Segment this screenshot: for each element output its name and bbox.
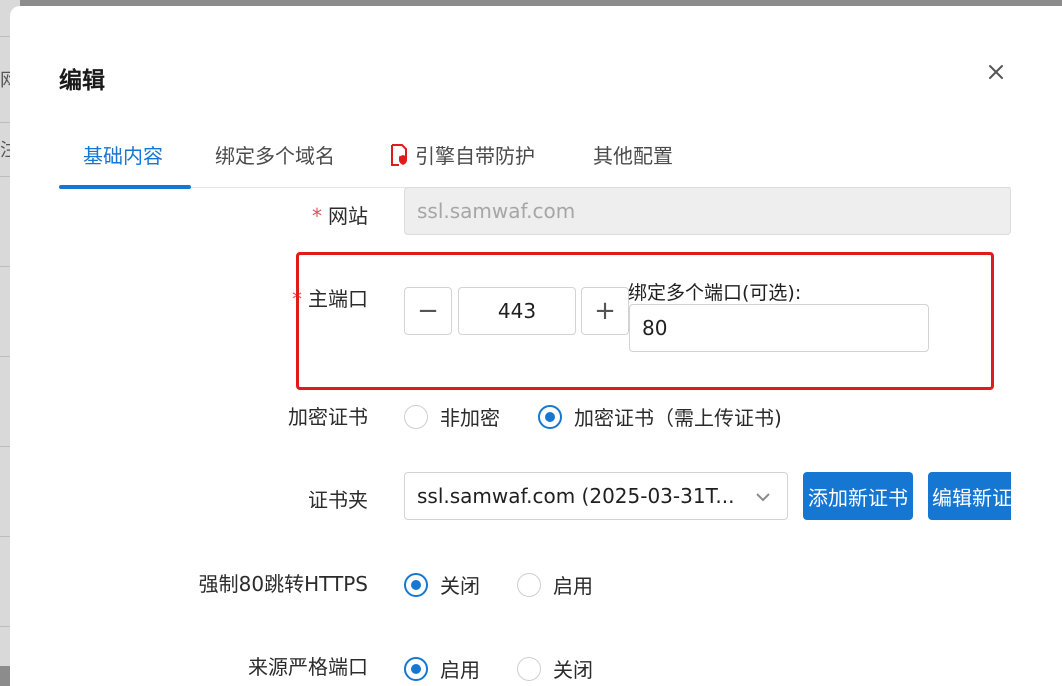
radio-no-encryption[interactable]: 非加密 — [404, 402, 500, 431]
active-tab-indicator — [59, 185, 191, 189]
encryption-cert-label: 加密证书 — [288, 405, 368, 429]
radio-strict-port-on[interactable]: 启用 — [404, 654, 480, 683]
cert-folder-select[interactable]: ssl.samwaf.com (2025-03-31T... — [404, 472, 788, 520]
tab-label: 其他配置 — [593, 144, 673, 168]
select-value: ssl.samwaf.com (2025-03-31T... — [417, 484, 735, 508]
radio-label: 非加密 — [440, 406, 500, 430]
tab-engine-protection[interactable]: 引擎自带防护 — [389, 140, 535, 169]
radio-circle — [517, 656, 541, 681]
tab-bind-domains[interactable]: 绑定多个域名 — [215, 140, 335, 169]
cert-folder-label: 证书夹 — [308, 488, 368, 512]
force-https-label: 强制80跳转HTTPS — [198, 572, 368, 596]
edit-dialog: 编辑 基础内容 绑定多个域名 引擎自带防护 其他配置 * 网站 ssl.samwa… — [10, 6, 1062, 686]
dialog-title: 编辑 — [59, 68, 105, 94]
radio-circle — [538, 404, 562, 429]
radio-strict-port-off[interactable]: 关闭 — [517, 654, 593, 683]
radio-label: 启用 — [440, 658, 480, 682]
radio-label: 关闭 — [553, 658, 593, 682]
add-cert-button[interactable]: 添加新证书 — [803, 472, 913, 520]
shield-document-icon — [391, 144, 407, 166]
radio-label: 关闭 — [440, 574, 480, 598]
tab-bar: 基础内容 绑定多个域名 引擎自带防护 其他配置 — [59, 134, 1011, 189]
close-icon — [989, 65, 1003, 79]
chevron-down-icon — [756, 493, 770, 502]
tab-label: 基础内容 — [83, 144, 163, 168]
website-input[interactable]: ssl.samwaf.com — [404, 187, 1011, 235]
radio-circle — [404, 404, 428, 429]
edit-cert-button[interactable]: 编辑新证书 — [928, 472, 1011, 520]
tab-other-config[interactable]: 其他配置 — [593, 140, 673, 169]
website-label: * 网站 — [312, 204, 368, 228]
radio-force-https-off[interactable]: 关闭 — [404, 570, 480, 599]
tab-label: 引擎自带防护 — [415, 144, 535, 168]
radio-label: 加密证书（需上传证书) — [574, 406, 782, 430]
tab-label: 绑定多个域名 — [215, 144, 335, 168]
radio-circle — [517, 572, 541, 597]
radio-label: 启用 — [553, 574, 593, 598]
annotation-highlight-box — [296, 252, 994, 390]
radio-encryption-cert[interactable]: 加密证书（需上传证书) — [538, 402, 782, 431]
close-button[interactable] — [984, 60, 1008, 84]
required-mark: * — [312, 204, 322, 228]
radio-circle — [404, 656, 428, 681]
radio-circle — [404, 572, 428, 597]
tab-basic-content[interactable]: 基础内容 — [83, 140, 163, 169]
radio-force-https-on[interactable]: 启用 — [517, 570, 593, 599]
